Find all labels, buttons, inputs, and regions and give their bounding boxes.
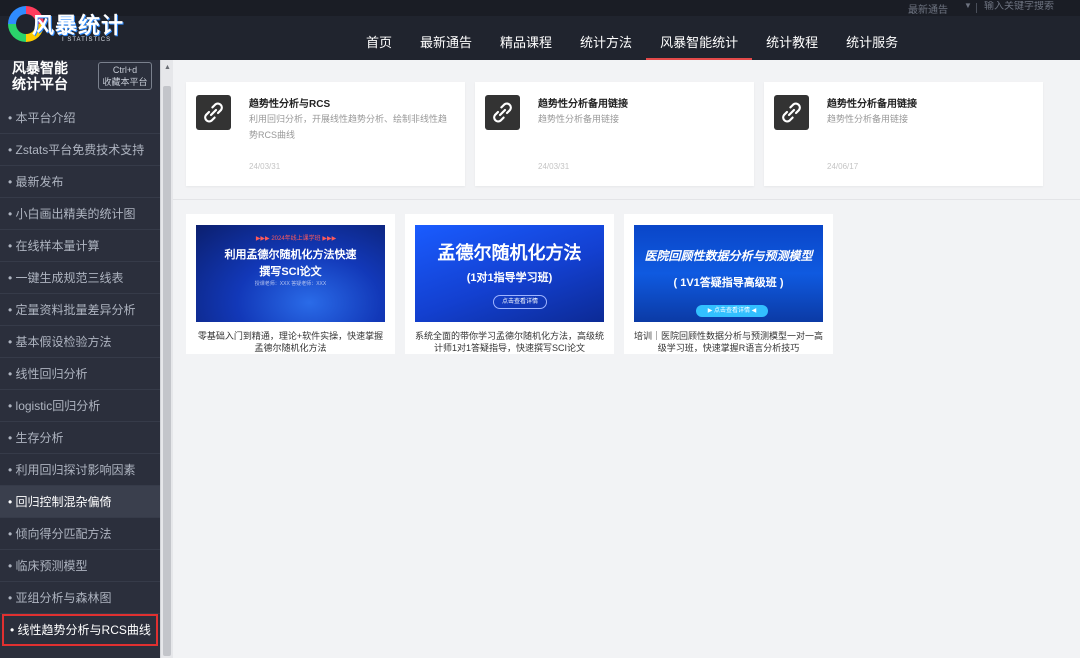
- link-card-title: 趋势性分析备用链接: [538, 99, 628, 110]
- nav-notices[interactable]: 最新通告: [406, 24, 486, 60]
- sidebar-title-line2: 统计平台: [12, 76, 68, 92]
- sidebar-item-survival[interactable]: • 生存分析: [0, 422, 160, 454]
- course-banner-teachers: 授课老师：XXX 答疑老师：XXX: [254, 281, 327, 287]
- course-card[interactable]: ▶▶▶ 2024年线上课学班 ▶▶▶ 利用孟德尔随机化方法快速 撰写SCI论文 …: [186, 214, 395, 354]
- sidebar-item-three-line-table[interactable]: • 一键生成规范三线表: [0, 262, 160, 294]
- view-details-button[interactable]: ▶ 点击查看详情 ◀: [696, 305, 768, 317]
- course-caption[interactable]: 培训｜医院回顾性数据分析与预测模型一对一高级学习班，快速掌握R语言分析技巧: [634, 330, 823, 354]
- nav-courses[interactable]: 精品课程: [486, 24, 566, 60]
- course-card[interactable]: 孟德尔随机化方法 (1对1指导学习班) 点击查看详情 系统全面的带你学习孟德尔随…: [405, 214, 614, 354]
- sidebar-item-hypothesis-test[interactable]: • 基本假设检验方法: [0, 326, 160, 358]
- link-card-date: 24/03/31: [249, 162, 281, 171]
- nav-services[interactable]: 统计服务: [832, 24, 912, 60]
- logo-subtext: I STATISTICS: [62, 37, 112, 43]
- sidebar-item-charts[interactable]: • 小白画出精美的统计图: [0, 198, 160, 230]
- course-banner-subtitle: 撰写SCI论文: [259, 266, 322, 278]
- scroll-up-icon[interactable]: ▲: [164, 64, 171, 71]
- sidebar-item-confounding[interactable]: • 回归控制混杂偏倚: [0, 486, 160, 518]
- course-caption[interactable]: 零基础入门到精通，理论+软件实操，快速掌握孟德尔随机化方法: [196, 330, 385, 354]
- sidebar-item-intro[interactable]: • 本平台介绍: [0, 102, 160, 134]
- bookmark-shortcut: Ctrl+d: [112, 65, 138, 75]
- nav-smart-stats[interactable]: 风暴智能统计: [646, 24, 753, 60]
- link-card-date: 24/06/17: [827, 162, 859, 171]
- link-icon: [774, 95, 809, 130]
- nav-home[interactable]: 首页: [352, 24, 406, 60]
- section-divider: [173, 199, 1080, 200]
- link-card[interactable]: 趋势性分析备用链接 趋势性分析备用链接 24/03/31: [475, 82, 754, 186]
- course-banner-subtitle: (1对1指导学习班): [466, 272, 553, 284]
- link-icon: [485, 95, 520, 130]
- sidebar: 风暴智能 统计平台 Ctrl+d 收藏本平台 • 本平台介绍 • Zstats平…: [0, 60, 160, 658]
- course-banner[interactable]: ▶▶▶ 2024年线上课学班 ▶▶▶ 利用孟德尔随机化方法快速 撰写SCI论文 …: [196, 225, 385, 322]
- logo-text: 风暴统计: [32, 13, 125, 38]
- separator: [976, 3, 977, 13]
- sidebar-list: • 本平台介绍 • Zstats平台免费技术支持 • 最新发布 • 小白画出精美…: [0, 102, 160, 646]
- sidebar-item-prediction-model[interactable]: • 临床预测模型: [0, 550, 160, 582]
- sidebar-item-latest[interactable]: • 最新发布: [0, 166, 160, 198]
- sidebar-item-support[interactable]: • Zstats平台免费技术支持: [0, 134, 160, 166]
- sidebar-item-trend-rcs[interactable]: • 线性趋势分析与RCS曲线: [2, 614, 158, 646]
- sidebar-item-influence-factors[interactable]: • 利用回归探讨影响因素: [0, 454, 160, 486]
- link-card-desc: 趋势性分析备用链接: [538, 114, 620, 124]
- course-banner-tag: ▶▶▶ 2024年线上课学班 ▶▶▶: [255, 236, 337, 242]
- course-card[interactable]: 医院回顾性数据分析与预测模型 ( 1V1答疑指导高级班 ) ▶ 点击查看详情 ◀…: [624, 214, 833, 354]
- course-banner-title: 利用孟德尔随机化方法快速: [224, 249, 357, 261]
- top-header: 最新通告 ▼ 风暴统计 I STATISTICS 首页 最新通告 精品课程 统计…: [0, 0, 1080, 60]
- link-card-title: 趋势性分析备用链接: [827, 99, 917, 110]
- bookmark-label: 收藏本平台: [102, 77, 148, 87]
- sidebar-title: 风暴智能 统计平台: [12, 60, 96, 92]
- link-card[interactable]: 趋势性分析与RCS 利用回归分析，开展线性趋势分析、绘制非线性趋势RCS曲线 2…: [186, 82, 465, 186]
- course-banner[interactable]: 孟德尔随机化方法 (1对1指导学习班) 点击查看详情: [415, 225, 604, 322]
- link-icon: [196, 95, 231, 130]
- nav-methods[interactable]: 统计方法: [566, 24, 646, 60]
- site-logo[interactable]: 风暴统计 I STATISTICS: [8, 4, 128, 50]
- bookmark-button[interactable]: Ctrl+d 收藏本平台: [98, 62, 152, 90]
- sidebar-item-propensity[interactable]: • 倾向得分匹配方法: [0, 518, 160, 550]
- sidebar-title-line1: 风暴智能: [12, 60, 68, 76]
- course-caption[interactable]: 系统全面的带你学习孟德尔随机化方法，高级统计师1对1答疑指导，快速撰写SCI论文: [415, 330, 604, 354]
- view-details-button[interactable]: 点击查看详情: [493, 295, 547, 309]
- link-card-title: 趋势性分析与RCS: [249, 99, 331, 110]
- sidebar-scrollbar[interactable]: ▲: [160, 60, 173, 658]
- link-card-desc: 趋势性分析备用链接: [827, 114, 909, 124]
- sidebar-item-sample-size[interactable]: • 在线样本量计算: [0, 230, 160, 262]
- course-banner-title: 孟德尔随机化方法: [437, 243, 582, 263]
- search-input[interactable]: [984, 1, 1074, 12]
- link-card-desc: 利用回归分析，开展线性趋势分析、绘制非线性趋势RCS曲线: [249, 114, 448, 140]
- sidebar-item-linear-regression[interactable]: • 线性回归分析: [0, 358, 160, 390]
- link-card-date: 24/03/31: [538, 162, 570, 171]
- sidebar-item-logistic-regression[interactable]: • logistic回归分析: [0, 390, 160, 422]
- main-nav: 首页 最新通告 精品课程 统计方法 风暴智能统计 统计教程 统计服务: [352, 24, 912, 60]
- course-banner[interactable]: 医院回顾性数据分析与预测模型 ( 1V1答疑指导高级班 ) ▶ 点击查看详情 ◀: [634, 225, 823, 322]
- course-banner-title: 医院回顾性数据分析与预测模型: [644, 249, 813, 263]
- sidebar-item-subgroup[interactable]: • 亚组分析与森林图: [0, 582, 160, 614]
- sidebar-item-batch-diff[interactable]: • 定量资料批量差异分析: [0, 294, 160, 326]
- nav-tutorials[interactable]: 统计教程: [752, 24, 832, 60]
- top-notice-link[interactable]: 最新通告: [908, 1, 948, 16]
- course-banner-subtitle: ( 1V1答疑指导高级班 ): [673, 277, 784, 289]
- top-utility-bar: 最新通告 ▼: [0, 0, 1080, 16]
- scroll-thumb[interactable]: [163, 86, 171, 656]
- chevron-down-icon[interactable]: ▼: [964, 1, 972, 10]
- link-card[interactable]: 趋势性分析备用链接 趋势性分析备用链接 24/06/17: [764, 82, 1043, 186]
